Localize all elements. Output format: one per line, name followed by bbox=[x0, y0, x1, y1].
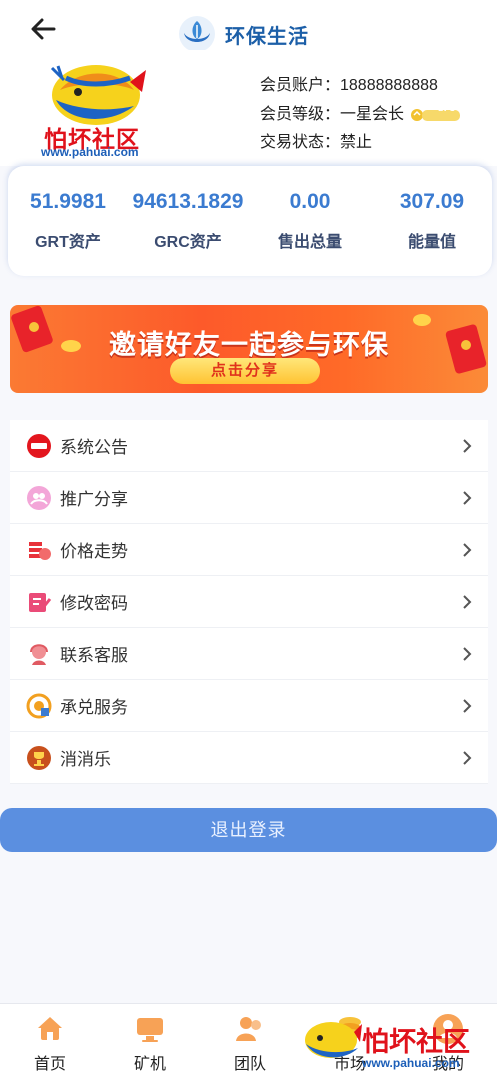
share-people-icon bbox=[26, 485, 52, 511]
logout-button[interactable]: 退出登录 bbox=[0, 808, 497, 852]
tab-team[interactable]: 团队 bbox=[210, 1012, 290, 1074]
share-button[interactable]: 点击分享 bbox=[170, 358, 320, 384]
menu-label: 联系客服 bbox=[60, 646, 128, 665]
stat-energy: 307.09 能量值 bbox=[372, 190, 492, 252]
brand-url: www.pahuai.com bbox=[41, 145, 139, 159]
member-level-text: 会员等级：一星会长 bbox=[260, 106, 405, 123]
menu-item-exchange-service[interactable]: 承兑服务 bbox=[10, 680, 488, 732]
chevron-right-icon bbox=[463, 542, 472, 557]
exchange-service-icon bbox=[26, 693, 52, 719]
stat-label: 售出总量 bbox=[277, 234, 342, 251]
red-envelope-icon bbox=[445, 324, 487, 374]
menu-list: 系统公告 推广分享 价格走势 修改密码 联系客服 承兑服务 消消乐 bbox=[10, 420, 488, 784]
invite-banner[interactable]: 邀请好友一起参与环保 点击分享 bbox=[10, 305, 488, 393]
arrow-left-icon bbox=[31, 18, 56, 40]
menu-item-promote-share[interactable]: 推广分享 bbox=[10, 472, 488, 524]
watermark-text: 怕坏社区 bbox=[362, 1027, 470, 1058]
watermark: 怕坏社区 www.pahuai.com bbox=[300, 1010, 497, 1076]
stat-grc: 94613.1829 GRC资产 bbox=[128, 190, 248, 252]
chevron-right-icon bbox=[463, 750, 472, 765]
stat-value: 0.00 bbox=[289, 190, 331, 213]
chevron-right-icon bbox=[463, 646, 472, 661]
menu-item-change-password[interactable]: 修改密码 bbox=[10, 576, 488, 628]
back-button[interactable] bbox=[28, 14, 58, 44]
level-badge-icon bbox=[411, 108, 461, 121]
tab-label: 团队 bbox=[233, 1056, 266, 1073]
member-level: 会员等级：一星会长 LV 1 bbox=[260, 100, 462, 124]
team-icon bbox=[236, 1017, 261, 1041]
stat-value: 307.09 bbox=[399, 190, 465, 213]
app-title: 环保生活 bbox=[225, 25, 309, 48]
trade-status: 交易状态：禁止 bbox=[260, 134, 373, 151]
stat-sold-total: 0.00 售出总量 bbox=[250, 190, 370, 252]
profile-section: 怕坏社区 www.pahuai.com 会员账户：18888888888 会员等… bbox=[0, 50, 497, 166]
member-account: 会员账户：18888888888 bbox=[260, 77, 438, 94]
chevron-right-icon bbox=[463, 438, 472, 453]
menu-item-announcement[interactable]: 系统公告 bbox=[10, 420, 488, 472]
level-badge-text: LV 1 bbox=[438, 104, 455, 113]
announcement-icon bbox=[26, 433, 52, 459]
tab-label: 首页 bbox=[33, 1056, 66, 1073]
menu-item-customer-service[interactable]: 联系客服 bbox=[10, 628, 488, 680]
home-icon bbox=[38, 1017, 62, 1040]
menu-item-match-game[interactable]: 消消乐 bbox=[10, 732, 488, 784]
tab-miner[interactable]: 矿机 bbox=[110, 1012, 190, 1074]
menu-label: 推广分享 bbox=[60, 490, 128, 509]
menu-label: 承兑服务 bbox=[60, 698, 128, 717]
chevron-right-icon bbox=[463, 698, 472, 713]
stat-label: 能量值 bbox=[407, 234, 456, 251]
fish-watermark-logo-icon bbox=[305, 1022, 362, 1058]
hands-leaf-logo-icon bbox=[179, 16, 215, 52]
menu-label: 修改密码 bbox=[60, 594, 128, 613]
tab-home[interactable]: 首页 bbox=[10, 1012, 90, 1074]
menu-label: 价格走势 bbox=[60, 542, 128, 561]
price-trend-icon bbox=[26, 537, 52, 563]
customer-service-icon bbox=[26, 641, 52, 667]
stat-label: GRC资产 bbox=[154, 234, 222, 251]
watermark-url: www.pahuai.com bbox=[362, 1056, 460, 1070]
stat-value: 94613.1829 bbox=[132, 190, 244, 213]
edit-password-icon bbox=[26, 589, 52, 615]
monitor-icon bbox=[137, 1018, 163, 1042]
chevron-right-icon bbox=[463, 594, 472, 609]
tab-label: 矿机 bbox=[133, 1056, 166, 1073]
menu-item-price-trend[interactable]: 价格走势 bbox=[10, 524, 488, 576]
menu-label: 消消乐 bbox=[60, 750, 111, 769]
stat-label: GRT资产 bbox=[35, 234, 101, 251]
app-title-group: 环保生活 bbox=[178, 14, 309, 54]
stat-value: 51.9981 bbox=[30, 190, 106, 213]
assets-card: 51.9981 GRT资产 94613.1829 GRC资产 0.00 售出总量… bbox=[8, 166, 492, 276]
banner-title: 邀请好友一起参与环保 bbox=[109, 330, 389, 360]
stat-grt: 51.9981 GRT资产 bbox=[8, 190, 128, 252]
menu-label: 系统公告 bbox=[60, 438, 128, 457]
trophy-icon bbox=[26, 745, 52, 771]
chevron-right-icon bbox=[463, 490, 472, 505]
